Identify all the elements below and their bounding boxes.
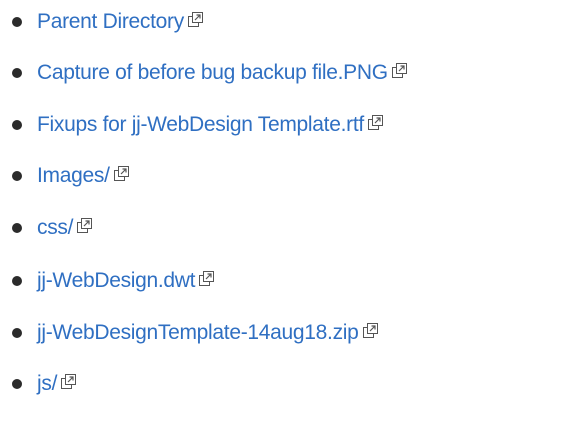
bullet-icon: [12, 68, 22, 78]
external-link-icon: [391, 63, 407, 79]
external-link-icon: [198, 271, 215, 287]
external-link-icon: [187, 12, 203, 28]
external-link-icon: [362, 323, 378, 339]
bullet-icon: [12, 17, 22, 27]
link-css-folder[interactable]: css/: [37, 213, 93, 243]
link-label: Fixups for jj-WebDesign Template.rtf: [37, 113, 364, 136]
link-fixups-rtf[interactable]: Fixups for jj-WebDesign Template.rtf: [37, 110, 383, 140]
external-link-icon: [113, 166, 129, 182]
link-label: Parent Directory: [37, 10, 184, 33]
link-images-folder[interactable]: Images/: [37, 161, 129, 191]
link-label: jj-WebDesignTemplate-14aug18.zip: [37, 321, 359, 344]
link-parent-directory[interactable]: Parent Directory: [37, 7, 203, 37]
external-link-icon: [76, 218, 93, 234]
link-label: Capture of before bug backup file.PNG: [37, 61, 388, 84]
bullet-icon: [12, 171, 22, 181]
link-zip-file[interactable]: jj-WebDesignTemplate-14aug18.zip: [37, 318, 378, 348]
link-label: Images/: [37, 164, 110, 187]
external-link-icon: [60, 374, 77, 390]
link-label: css/: [37, 216, 74, 239]
link-label: jj-WebDesign.dwt: [37, 269, 196, 292]
link-js-folder[interactable]: js/: [37, 369, 77, 399]
link-dwt-file[interactable]: jj-WebDesign.dwt: [37, 266, 215, 296]
bullet-icon: [12, 120, 22, 130]
bullet-icon: [12, 379, 22, 389]
link-capture-png[interactable]: Capture of before bug backup file.PNG: [37, 58, 407, 88]
bullet-icon: [12, 328, 22, 338]
bullet-icon: [12, 276, 22, 286]
link-label: js/: [37, 372, 58, 395]
external-link-icon: [367, 115, 383, 131]
bullet-icon: [12, 223, 22, 233]
